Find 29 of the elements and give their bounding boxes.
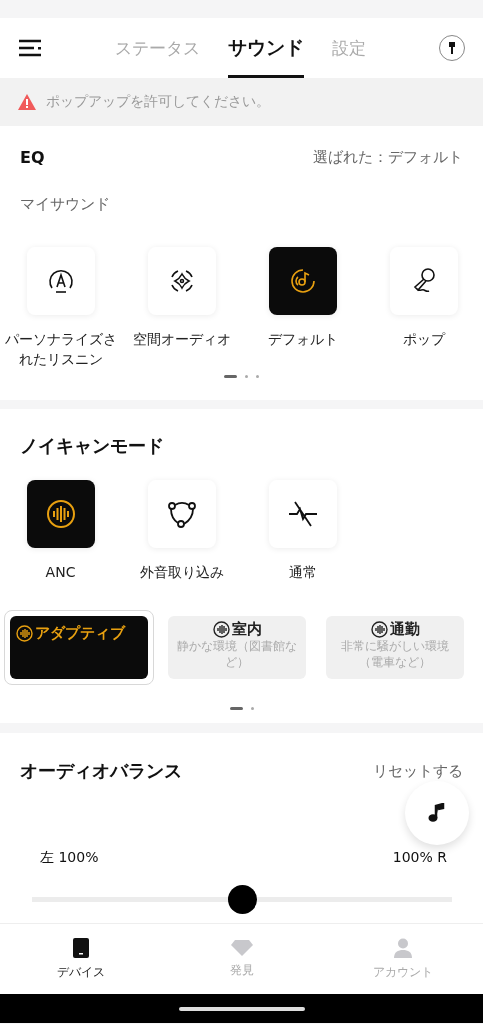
music-button[interactable]: [405, 781, 469, 845]
music-note-icon: [428, 803, 446, 823]
section-title: EQ: [20, 148, 45, 167]
person-icon: [393, 937, 412, 958]
noise-mode[interactable]: ANC: [0, 480, 121, 583]
noise-mode[interactable]: 通常: [242, 480, 363, 583]
warning-icon: [18, 94, 36, 110]
eq-preset[interactable]: パーソナライズされたリスニン: [0, 247, 121, 367]
eq-preset[interactable]: 空間オーディオ: [121, 247, 242, 367]
eq-preset[interactable]: デフォルト: [242, 247, 363, 367]
selected-preset: 選ばれた：デフォルト: [313, 148, 463, 167]
banner-text: ポップアップを許可してください。: [46, 93, 270, 111]
left-balance: 左 100%: [40, 849, 99, 867]
section-title: オーディオバランス: [20, 759, 182, 783]
nav-item[interactable]: デバイス: [0, 924, 161, 994]
slider-thumb[interactable]: [227, 885, 257, 914]
diamond-icon: [230, 939, 253, 956]
phone-icon: [72, 937, 89, 958]
section-title: ノイキャンモード: [20, 434, 164, 458]
mode-option[interactable]: 室内 静かな環境（図書館など）: [168, 616, 306, 680]
earbud-icon[interactable]: [439, 35, 465, 61]
noise-mode[interactable]: 外音取り込み: [121, 480, 242, 583]
eq-preset[interactable]: ポップ: [363, 247, 483, 367]
mode-option[interactable]: 通勤 非常に騒がしい環境（電車など）: [326, 616, 464, 680]
mode-option[interactable]: アダプティブ: [10, 616, 148, 680]
right-balance: 100% R: [392, 849, 447, 867]
reset-link[interactable]: リセットする: [373, 761, 463, 781]
menu-icon[interactable]: [18, 39, 42, 57]
section-subtitle: マイサウンド: [19, 194, 111, 214]
